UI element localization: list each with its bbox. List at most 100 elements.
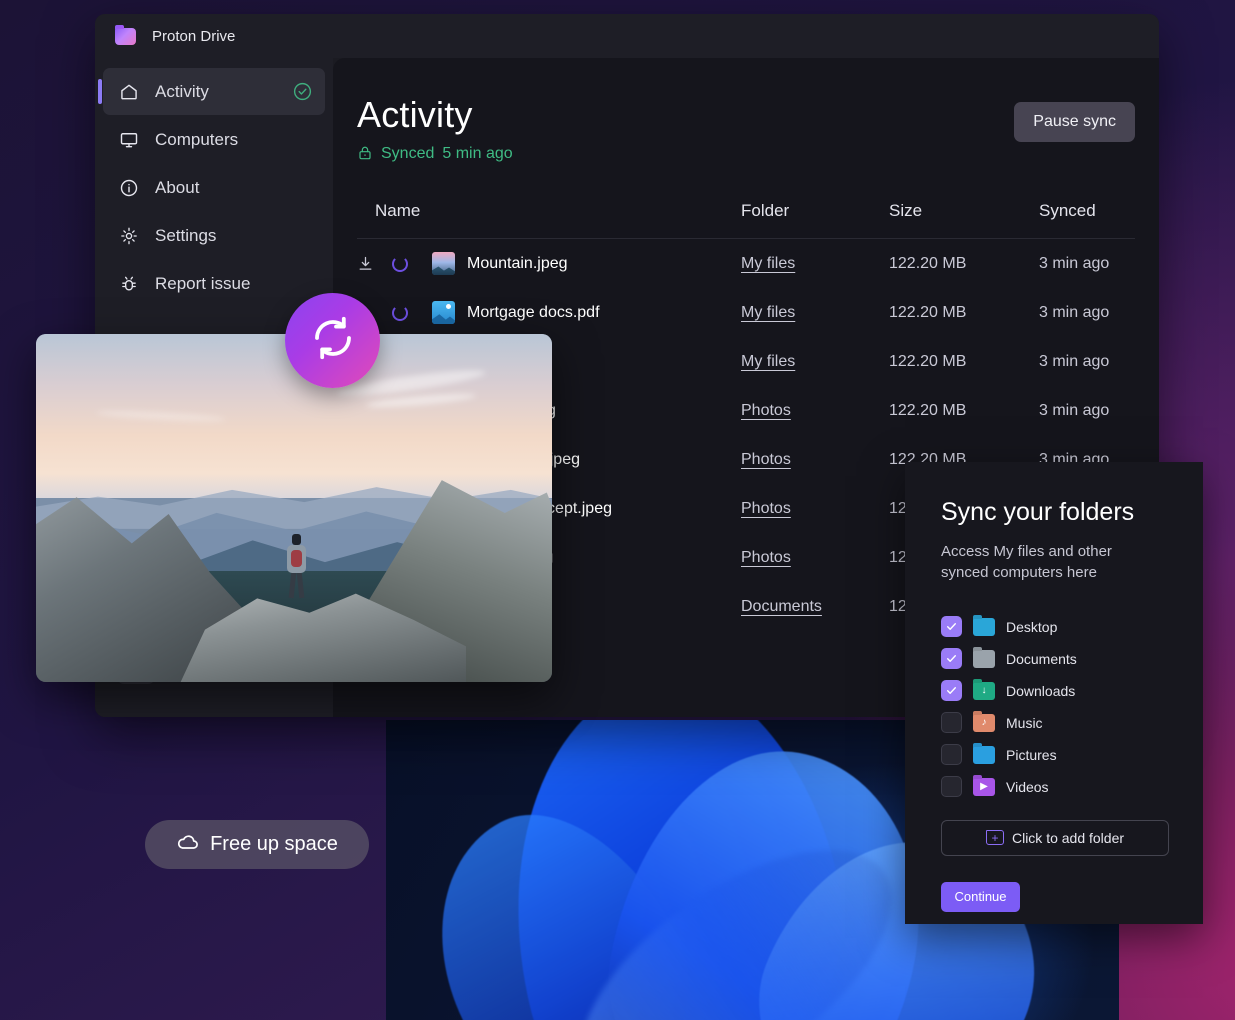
table-header-row: Name Folder Size Synced bbox=[357, 201, 1135, 239]
cell-folder: Photos bbox=[741, 402, 889, 420]
cell-size: 122.20 MB bbox=[889, 303, 967, 321]
cell-synced: 3 min ago bbox=[1039, 303, 1110, 321]
sidebar-item-label: Activity bbox=[155, 81, 209, 101]
documents-folder-icon bbox=[973, 649, 995, 668]
folder-label: Videos bbox=[1006, 778, 1049, 795]
proton-drive-folder-icon bbox=[115, 24, 136, 45]
sync-spinner-icon bbox=[392, 255, 408, 272]
folder-link[interactable]: Photos bbox=[741, 549, 791, 566]
folder-item-music[interactable]: ♪ Music bbox=[941, 707, 1169, 739]
folder-item-documents[interactable]: Documents bbox=[941, 643, 1169, 675]
info-circle-icon bbox=[119, 178, 139, 198]
cell-synced: 3 min ago bbox=[1039, 352, 1110, 370]
sync-spinner-icon bbox=[392, 304, 408, 321]
add-folder-button[interactable]: + Click to add folder bbox=[941, 819, 1169, 856]
column-header-synced[interactable]: Synced bbox=[1039, 201, 1135, 221]
cell-name: Mountain.jpeg bbox=[357, 252, 741, 275]
cell-synced: 3 min ago bbox=[1039, 254, 1110, 272]
folder-item-downloads[interactable]: ↓ Downloads bbox=[941, 675, 1169, 707]
home-icon bbox=[119, 82, 139, 102]
folder-link[interactable]: Documents bbox=[741, 598, 822, 615]
cell-name: Mortgage docs.pdf bbox=[357, 301, 741, 324]
folder-label: Music bbox=[1006, 714, 1043, 731]
sidebar-item-about[interactable]: About bbox=[103, 164, 325, 211]
sidebar-item-label: Report issue bbox=[155, 273, 251, 293]
folder-item-pictures[interactable]: Pictures bbox=[941, 739, 1169, 771]
photo-preview-card[interactable] bbox=[36, 334, 552, 682]
sync-status-time: 5 min ago bbox=[442, 145, 513, 162]
file-name: Mortgage docs.pdf bbox=[467, 303, 600, 321]
folder-item-videos[interactable]: ▶ Videos bbox=[941, 771, 1169, 803]
page-heading-group: Activity Synced 5 min ago bbox=[357, 94, 513, 163]
desktop-folder-icon bbox=[973, 617, 995, 636]
checkbox[interactable] bbox=[941, 712, 962, 734]
cell-folder: Documents bbox=[741, 598, 889, 616]
table-row[interactable]: Mortgage docs.pdf My files 122.20 MB 3 min … bbox=[357, 288, 1135, 337]
check-circle-icon bbox=[292, 81, 313, 102]
column-header-folder[interactable]: Folder bbox=[741, 201, 889, 221]
folder-link[interactable]: Photos bbox=[741, 500, 791, 517]
add-folder-label: Click to add folder bbox=[1011, 829, 1125, 846]
desktop-background: Free up space Proton Drive Activity Comp… bbox=[0, 0, 1235, 1020]
folder-label: Documents bbox=[1006, 650, 1077, 667]
checkbox[interactable] bbox=[941, 616, 962, 638]
file-name: Mountain.jpeg bbox=[467, 254, 568, 272]
sync-panel-subtitle: Access My files and other synced compute… bbox=[941, 543, 1112, 582]
cell-size: 122.20 MB bbox=[889, 401, 967, 419]
folder-link[interactable]: My files bbox=[741, 304, 795, 321]
pictures-folder-icon bbox=[973, 745, 995, 764]
checkbox[interactable] bbox=[941, 744, 962, 766]
photo-hiker-figure bbox=[284, 534, 308, 600]
sync-refresh-icon bbox=[309, 314, 357, 367]
cell-folder: My files bbox=[741, 353, 889, 371]
folder-label: Pictures bbox=[1006, 746, 1057, 763]
table-row[interactable]: Mountain.jpeg My files 122.20 MB 3 min ago bbox=[357, 239, 1135, 288]
sidebar-item-settings[interactable]: Settings bbox=[103, 212, 325, 259]
page-title: Activity bbox=[357, 94, 473, 135]
videos-folder-icon: ▶ bbox=[973, 777, 995, 796]
checkbox[interactable] bbox=[941, 776, 962, 798]
sync-panel-title: Sync your folders bbox=[941, 498, 1135, 526]
downloads-folder-icon: ↓ bbox=[973, 681, 995, 700]
sync-refresh-badge[interactable] bbox=[285, 293, 380, 388]
bug-icon bbox=[119, 274, 139, 294]
sidebar-item-label: Settings bbox=[155, 225, 217, 245]
pause-sync-button[interactable]: Pause sync bbox=[1014, 102, 1135, 142]
sidebar-item-report-issue[interactable]: Report issue bbox=[103, 260, 325, 307]
cloud-icon bbox=[176, 830, 200, 860]
folder-checkbox-list: Desktop Documents ↓ Downloads ♪ Music Pictures… bbox=[941, 611, 1169, 803]
sidebar-item-activity[interactable]: Activity bbox=[98, 68, 325, 115]
content-header: Activity Synced 5 min ago Pause sync bbox=[357, 58, 1135, 163]
sync-status: Synced 5 min ago bbox=[357, 145, 513, 163]
checkbox[interactable] bbox=[941, 680, 962, 702]
cell-folder: My files bbox=[741, 255, 889, 273]
free-up-space-button[interactable]: Free up space bbox=[145, 820, 369, 869]
cell-folder: Photos bbox=[741, 451, 889, 469]
gear-icon bbox=[119, 226, 139, 246]
sync-status-label: Synced bbox=[381, 145, 435, 162]
free-up-space-label: Free up space bbox=[210, 833, 338, 855]
cell-size: 122.20 MB bbox=[889, 352, 967, 370]
folder-label: Downloads bbox=[1006, 682, 1076, 699]
folder-item-desktop[interactable]: Desktop bbox=[941, 611, 1169, 643]
download-icon[interactable] bbox=[357, 255, 374, 272]
sidebar-item-label: Computers bbox=[155, 129, 239, 149]
monitor-icon bbox=[119, 130, 139, 150]
folder-link[interactable]: My files bbox=[741, 255, 795, 272]
cell-folder: Photos bbox=[741, 549, 889, 567]
lock-icon bbox=[357, 145, 373, 163]
column-header-name[interactable]: Name bbox=[357, 201, 741, 221]
continue-button[interactable]: Continue bbox=[941, 881, 1020, 912]
cell-size: 122.20 MB bbox=[889, 254, 967, 272]
sidebar-item-computers[interactable]: Computers bbox=[103, 116, 325, 163]
folder-link[interactable]: Photos bbox=[741, 451, 791, 468]
folder-link[interactable]: My files bbox=[741, 353, 795, 370]
checkbox[interactable] bbox=[941, 648, 962, 670]
file-thumbnail bbox=[432, 301, 455, 324]
folder-plus-icon: + bbox=[985, 830, 1004, 846]
sidebar-item-label: About bbox=[155, 177, 200, 197]
sync-folders-panel: Sync your folders Access My files and ot… bbox=[905, 462, 1203, 924]
folder-link[interactable]: Photos bbox=[741, 402, 791, 419]
cell-folder: My files bbox=[741, 304, 889, 322]
column-header-size[interactable]: Size bbox=[889, 201, 1039, 221]
